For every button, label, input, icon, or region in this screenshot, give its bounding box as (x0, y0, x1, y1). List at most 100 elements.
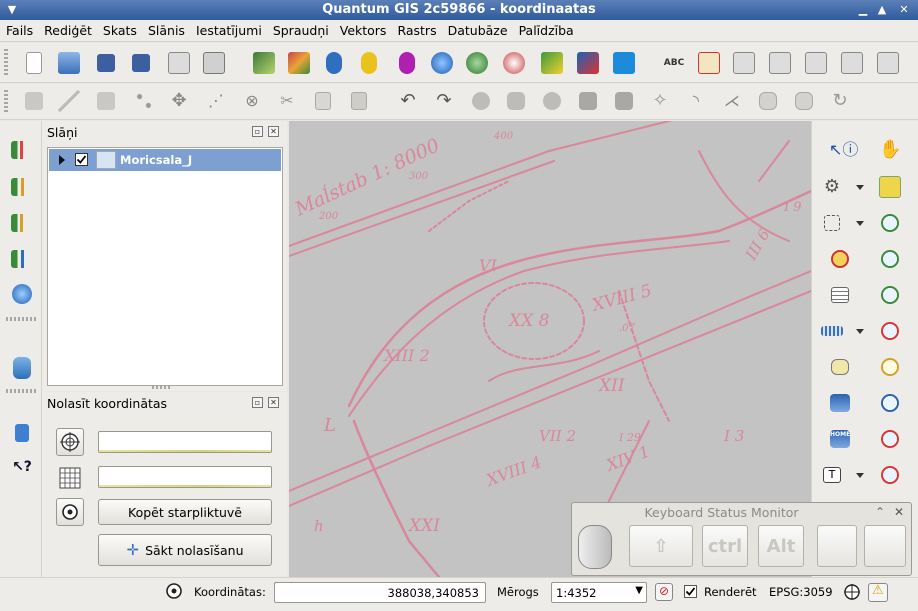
chevron-down-icon-3[interactable] (856, 329, 864, 334)
add-mssql-layer-button[interactable] (393, 49, 421, 77)
new-bookmark-button[interactable] (826, 389, 854, 417)
toggle-editing-button[interactable] (55, 87, 83, 115)
zoom-to-selection-button[interactable] (876, 317, 904, 345)
simplify-feature-button[interactable] (467, 87, 495, 115)
expand-arrow-icon[interactable] (59, 155, 65, 165)
identify-features-button[interactable]: ↖ⓘ (826, 136, 858, 164)
pan-to-selection-button[interactable] (876, 173, 904, 201)
save-edits-disabled-button[interactable] (20, 87, 48, 115)
database-manager-button[interactable] (8, 354, 36, 382)
redo-button[interactable]: ↷ (430, 87, 458, 115)
chevron-down-icon[interactable] (856, 185, 864, 190)
change-label-button[interactable] (874, 49, 902, 77)
move-feature-button[interactable]: ✥ (165, 87, 193, 115)
open-attribute-table-button[interactable] (826, 281, 854, 309)
stop-render-button[interactable]: ⊘ (655, 583, 673, 601)
deselect-features-button[interactable] (826, 245, 854, 273)
show-bookmarks-button[interactable]: HOME (826, 425, 854, 453)
toolbar-separator-grip-2[interactable] (6, 389, 36, 393)
add-postgis-layer-button[interactable] (320, 49, 348, 77)
histogram-button[interactable] (8, 136, 36, 164)
new-project-button[interactable] (20, 49, 48, 77)
coordinate-field-1[interactable] (98, 431, 272, 453)
close-icon[interactable]: ✕ (896, 2, 912, 18)
render-checkbox[interactable] (684, 585, 697, 598)
pan-map-button[interactable]: ✋ (876, 136, 904, 164)
chevron-down-icon-2[interactable] (856, 221, 864, 226)
add-spatialite-layer-button[interactable] (355, 49, 383, 77)
print-button[interactable] (200, 49, 228, 77)
minimize-icon[interactable]: ▁ (855, 2, 871, 18)
save-as-button[interactable] (127, 49, 155, 77)
panel-close-icon[interactable]: ✕ (268, 126, 279, 137)
tracking-toggle-button[interactable] (56, 498, 84, 526)
menu-item-8[interactable]: Datubāze (442, 20, 513, 38)
add-wms-layer-button[interactable] (428, 49, 456, 77)
delete-selected-button[interactable]: ⊗ (238, 87, 266, 115)
coord-panel-close-icon[interactable]: ✕ (268, 397, 279, 408)
merge-attributes-button[interactable] (790, 87, 818, 115)
run-feature-action-button[interactable]: ⚙ (818, 173, 846, 201)
undo-button[interactable]: ↶ (394, 87, 422, 115)
crs-status-button[interactable] (843, 583, 861, 601)
reshape-features-button[interactable]: ✧ (646, 87, 674, 115)
messages-button[interactable]: ⚠ (868, 583, 888, 602)
pin-labels-button[interactable] (695, 49, 723, 77)
coord-panel-float-icon[interactable]: ▫ (252, 397, 263, 408)
add-part-button[interactable] (538, 87, 566, 115)
menu-item-7[interactable]: Rastrs (391, 20, 441, 38)
panel-splitter[interactable] (152, 386, 172, 389)
local-histogram-button[interactable] (8, 209, 36, 237)
show-hide-labels-button[interactable] (730, 49, 758, 77)
zoom-native-button[interactable] (876, 389, 904, 417)
menu-item-9[interactable]: Palīdzība (513, 20, 579, 38)
toolbar-grip[interactable] (4, 49, 8, 76)
map-tips-button[interactable] (826, 353, 854, 381)
ksm-close-icon[interactable]: ✕ (894, 505, 904, 519)
paste-features-button[interactable] (345, 87, 373, 115)
node-tool-button[interactable]: ⋰ (202, 87, 230, 115)
add-wfs-layer-button[interactable] (500, 49, 528, 77)
remove-layer-button[interactable] (574, 49, 602, 77)
add-wcs-layer-button[interactable] (463, 49, 491, 77)
coordinate-field-2[interactable] (98, 466, 272, 488)
copy-features-button[interactable] (309, 87, 337, 115)
save-layer-edits-button[interactable] (92, 87, 120, 115)
measure-line-button[interactable] (818, 317, 846, 345)
layer-row[interactable]: Moricsala_J (49, 149, 281, 171)
zoom-to-layer-button[interactable] (876, 353, 904, 381)
toolbar-separator-grip[interactable] (6, 317, 36, 321)
toolbar-grip-2[interactable] (4, 90, 8, 113)
menu-item-4[interactable]: Iestatījumi (190, 20, 267, 38)
add-feature-button[interactable] (130, 87, 158, 115)
help-book-button[interactable] (8, 419, 36, 447)
whats-this-button[interactable]: ↖? (8, 453, 36, 481)
zoom-in-button[interactable] (876, 209, 904, 237)
new-vector-layer-button[interactable] (538, 49, 566, 77)
menu-item-6[interactable]: Vektors (334, 20, 392, 38)
maximize-icon[interactable]: ▲ (874, 2, 890, 18)
zoom-next-button[interactable] (876, 461, 904, 489)
grid-crs-button[interactable] (56, 464, 84, 492)
zoom-out-button[interactable] (876, 245, 904, 273)
coordinates-field[interactable]: 388038,340853 (274, 582, 486, 603)
print-composer-button[interactable] (165, 49, 193, 77)
add-raster-layer-button[interactable] (250, 49, 278, 77)
copy-to-clipboard-button[interactable]: Kopēt starpliktuvē (98, 499, 272, 525)
scale-dropdown-icon[interactable]: ▼ (635, 585, 643, 596)
add-raster-2-button[interactable] (285, 49, 313, 77)
crs-label[interactable]: EPSG:3059 (769, 585, 833, 599)
save-edits-button[interactable] (610, 49, 638, 77)
start-capture-button[interactable]: ✛ Sākt nolasīšanu (98, 534, 272, 566)
visibility-labels-button[interactable] (766, 49, 794, 77)
crs-select-button[interactable] (56, 428, 84, 456)
offset-curve-button[interactable]: ◝ (682, 87, 710, 115)
chevron-down-icon-4[interactable] (856, 473, 864, 478)
text-annotation-button[interactable]: T (818, 461, 846, 489)
label-button[interactable]: ABC (660, 49, 688, 77)
menu-item-1[interactable]: Rediģēt (38, 20, 97, 38)
ksm-collapse-icon[interactable]: ⌃ (875, 505, 885, 519)
rotate-point-symbols-button[interactable]: ↻ (826, 87, 854, 115)
georeferencer-button[interactable] (8, 280, 36, 308)
split-features-button[interactable]: ⋌ (718, 87, 746, 115)
